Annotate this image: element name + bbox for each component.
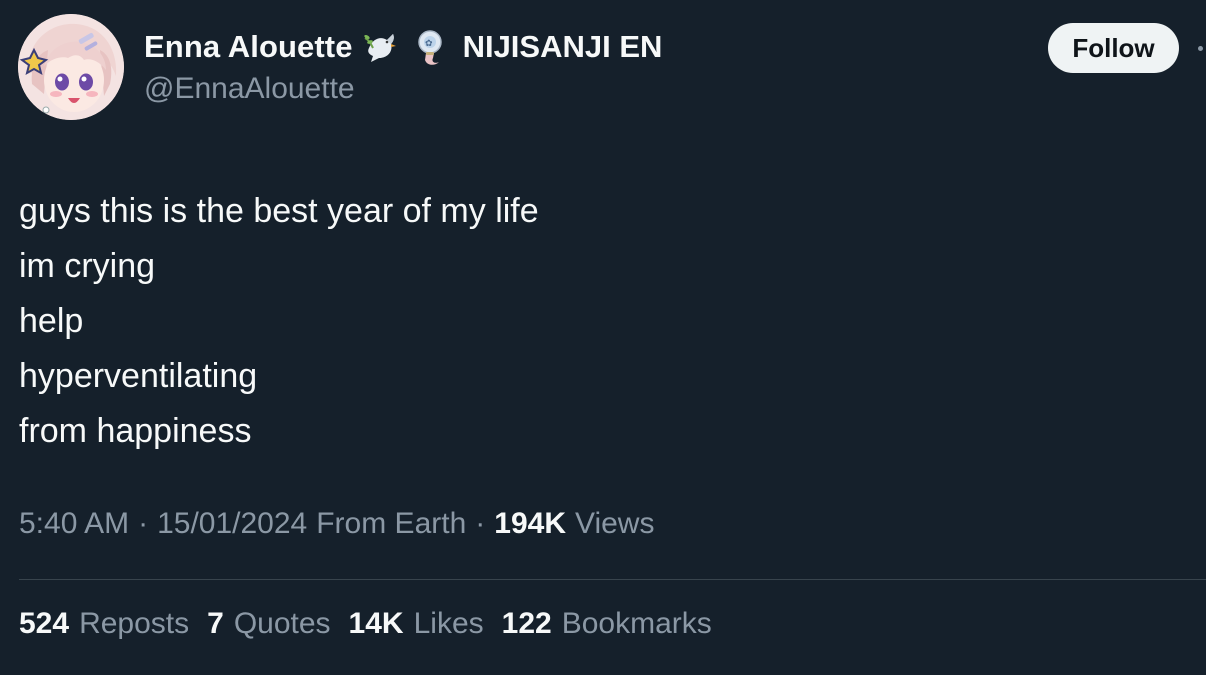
tweet-text-line: hyperventilating [19,357,258,395]
views-count[interactable]: 194K [494,507,566,541]
likes-count: 14K [348,607,404,640]
author-name-row[interactable]: Enna Alouette ✿ NIJISANJI EN [144,26,662,68]
engagement-stats: 524 Reposts 7 Quotes 14K Likes 122 Bookm… [19,607,730,641]
likes-label: Likes [413,607,484,640]
follow-button[interactable]: Follow [1048,23,1179,73]
dove-with-branch-icon [363,28,401,66]
tweet-time[interactable]: 5:40 AM [19,507,129,541]
bookmarks-stat[interactable]: 122 Bookmarks [502,607,712,641]
tweet-detail: Enna Alouette ✿ NIJISANJI EN @EnnaAlouet… [0,0,1206,675]
more-options-icon[interactable] [1198,46,1203,51]
reposts-stat[interactable]: 524 Reposts [19,607,189,641]
meta-separator: · [138,507,149,540]
quotes-label: Quotes [233,607,331,640]
tweet-text-line: im crying [19,247,156,285]
tweet-text: guys this is the best year of my life im… [19,184,539,459]
tweet-date[interactable]: 15/01/2024 [157,507,307,541]
reposts-count: 524 [19,607,70,640]
svg-text:✿: ✿ [425,39,433,49]
reposts-label: Reposts [79,607,190,640]
tweet-text-line: help [19,302,84,340]
tweet-text-line: guys this is the best year of my life [19,192,539,230]
bookmarks-count: 122 [501,607,552,640]
meta-separator: · [475,507,486,540]
author-handle[interactable]: @EnnaAlouette [144,72,355,106]
views-label[interactable]: Views [575,507,654,541]
quotes-stat[interactable]: 7 Quotes [207,607,330,641]
author-affiliation[interactable]: NIJISANJI EN [463,29,663,65]
tweet-meta: 5:40 AM · 15/01/2024 From Earth · 194K V… [19,507,654,541]
bookmarks-label: Bookmarks [561,607,712,640]
ghost-lantern-icon: ✿ [411,28,449,66]
likes-stat[interactable]: 14K Likes [349,607,484,641]
tweet-source: From Earth [316,507,467,540]
avatar[interactable] [18,14,124,120]
author-display-name[interactable]: Enna Alouette [144,29,353,65]
quotes-count: 7 [207,607,224,640]
divider [19,579,1206,580]
tweet-text-line: from happiness [19,412,252,450]
